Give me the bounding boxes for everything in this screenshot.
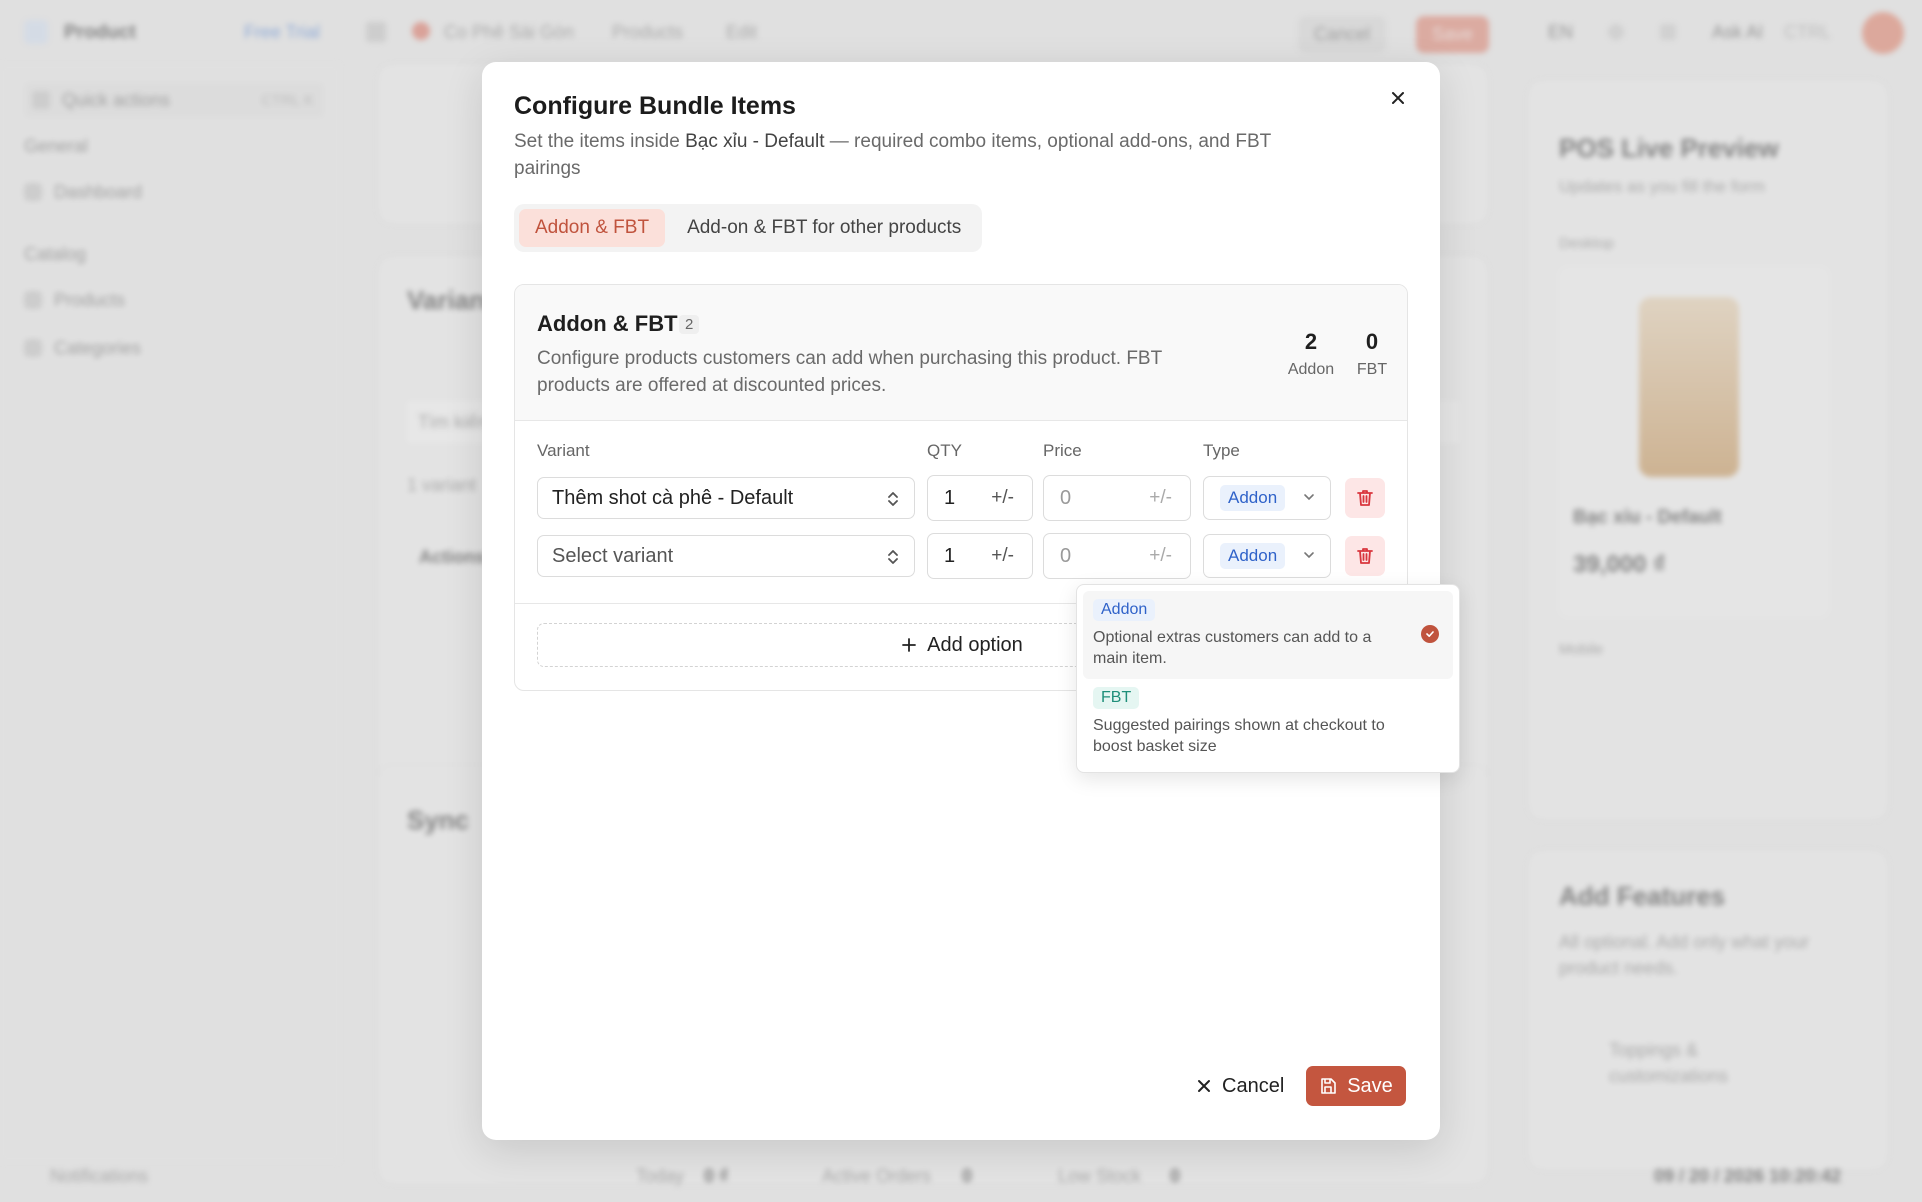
tab-other-products[interactable]: Add-on & FBT for other products: [671, 209, 977, 247]
variant-select[interactable]: Thêm shot cà phê - Default: [537, 477, 915, 519]
type-dropdown-menu: Addon Optional extras customers can add …: [1076, 584, 1460, 773]
chevron-up-down-icon: [888, 492, 898, 506]
delete-row-button[interactable]: [1345, 536, 1385, 576]
qty-value: 1: [944, 544, 956, 567]
option-description: Suggested pairings shown at checkout to …: [1093, 717, 1385, 755]
qty-plus-minus[interactable]: +/-: [991, 545, 1014, 567]
tab-addon-fbt[interactable]: Addon & FBT: [519, 209, 666, 247]
trash-icon: [1357, 548, 1373, 564]
cancel-button[interactable]: Cancel: [1186, 1066, 1294, 1106]
price-value: 0: [1060, 544, 1072, 567]
modal-title: Configure Bundle Items: [514, 92, 796, 120]
section-description: Configure products customers can add whe…: [537, 348, 1162, 396]
price-stepper[interactable]: 0 +/-: [1043, 533, 1191, 579]
save-icon: [1321, 1078, 1337, 1094]
close-icon: [1392, 92, 1404, 104]
price-value: 0: [1060, 486, 1072, 509]
qty-value: 1: [944, 486, 956, 509]
column-type: Type: [1203, 441, 1240, 460]
save-label: Save: [1347, 1074, 1393, 1097]
price-plus-minus[interactable]: +/-: [1149, 545, 1172, 567]
close-button[interactable]: [1384, 84, 1412, 112]
cancel-label: Cancel: [1222, 1074, 1285, 1097]
option-description: Optional extras customers can add to a m…: [1093, 629, 1372, 667]
price-plus-minus[interactable]: +/-: [1149, 487, 1172, 509]
qty-stepper[interactable]: 1 +/-: [927, 475, 1033, 521]
dropdown-option-addon[interactable]: Addon Optional extras customers can add …: [1083, 591, 1453, 679]
column-qty: QTY: [927, 441, 962, 460]
column-price: Price: [1043, 441, 1082, 460]
add-option-label: Add option: [927, 633, 1023, 656]
variant-select[interactable]: Select variant: [537, 535, 915, 577]
qty-stepper[interactable]: 1 +/-: [927, 533, 1033, 579]
tab-bar: Addon & FBT Add-on & FBT for other produ…: [514, 204, 983, 252]
description-product: Bạc xỉu - Default: [685, 131, 825, 152]
section-title: Addon & FBT: [537, 311, 678, 336]
modal-description: Set the items inside Bạc xỉu - Default —…: [514, 128, 1334, 182]
close-icon: [1198, 1080, 1210, 1092]
stat-addon-value: 2: [1304, 329, 1318, 354]
check-icon: [1421, 625, 1439, 643]
type-select[interactable]: Addon: [1203, 476, 1331, 520]
dropdown-option-fbt[interactable]: FBT Suggested pairings shown at checkout…: [1083, 679, 1453, 767]
plus-icon: [902, 638, 917, 652]
stat-addon: 2 Addon: [1275, 329, 1347, 379]
variant-select-placeholder: Select variant: [552, 544, 674, 567]
save-button[interactable]: Save: [1306, 1066, 1406, 1106]
chevron-up-down-icon: [888, 550, 898, 564]
description-prefix: Set the items inside: [514, 131, 686, 152]
trash-icon: [1357, 490, 1373, 506]
stat-fbt-label: FBT: [1356, 361, 1388, 378]
qty-plus-minus[interactable]: +/-: [991, 487, 1014, 509]
section-count-badge: 2: [679, 315, 700, 334]
stat-addon-label: Addon: [1287, 361, 1335, 378]
stat-fbt-value: 0: [1365, 329, 1379, 354]
option-badge: FBT: [1093, 687, 1140, 709]
stat-fbt: 0 FBT: [1349, 329, 1395, 379]
section-header: Addon & FBT 2 Configure products custome…: [515, 285, 1407, 421]
option-badge: Addon: [1093, 599, 1156, 621]
price-stepper[interactable]: 0 +/-: [1043, 475, 1191, 521]
type-badge: Addon: [1220, 543, 1286, 569]
delete-row-button[interactable]: [1345, 478, 1385, 518]
variant-select-value: Thêm shot cà phê - Default: [552, 486, 794, 509]
chevron-down-icon: [1304, 552, 1314, 559]
column-variant: Variant: [537, 441, 590, 460]
type-select[interactable]: Addon: [1203, 534, 1331, 578]
chevron-down-icon: [1304, 494, 1314, 501]
type-badge: Addon: [1220, 485, 1286, 511]
